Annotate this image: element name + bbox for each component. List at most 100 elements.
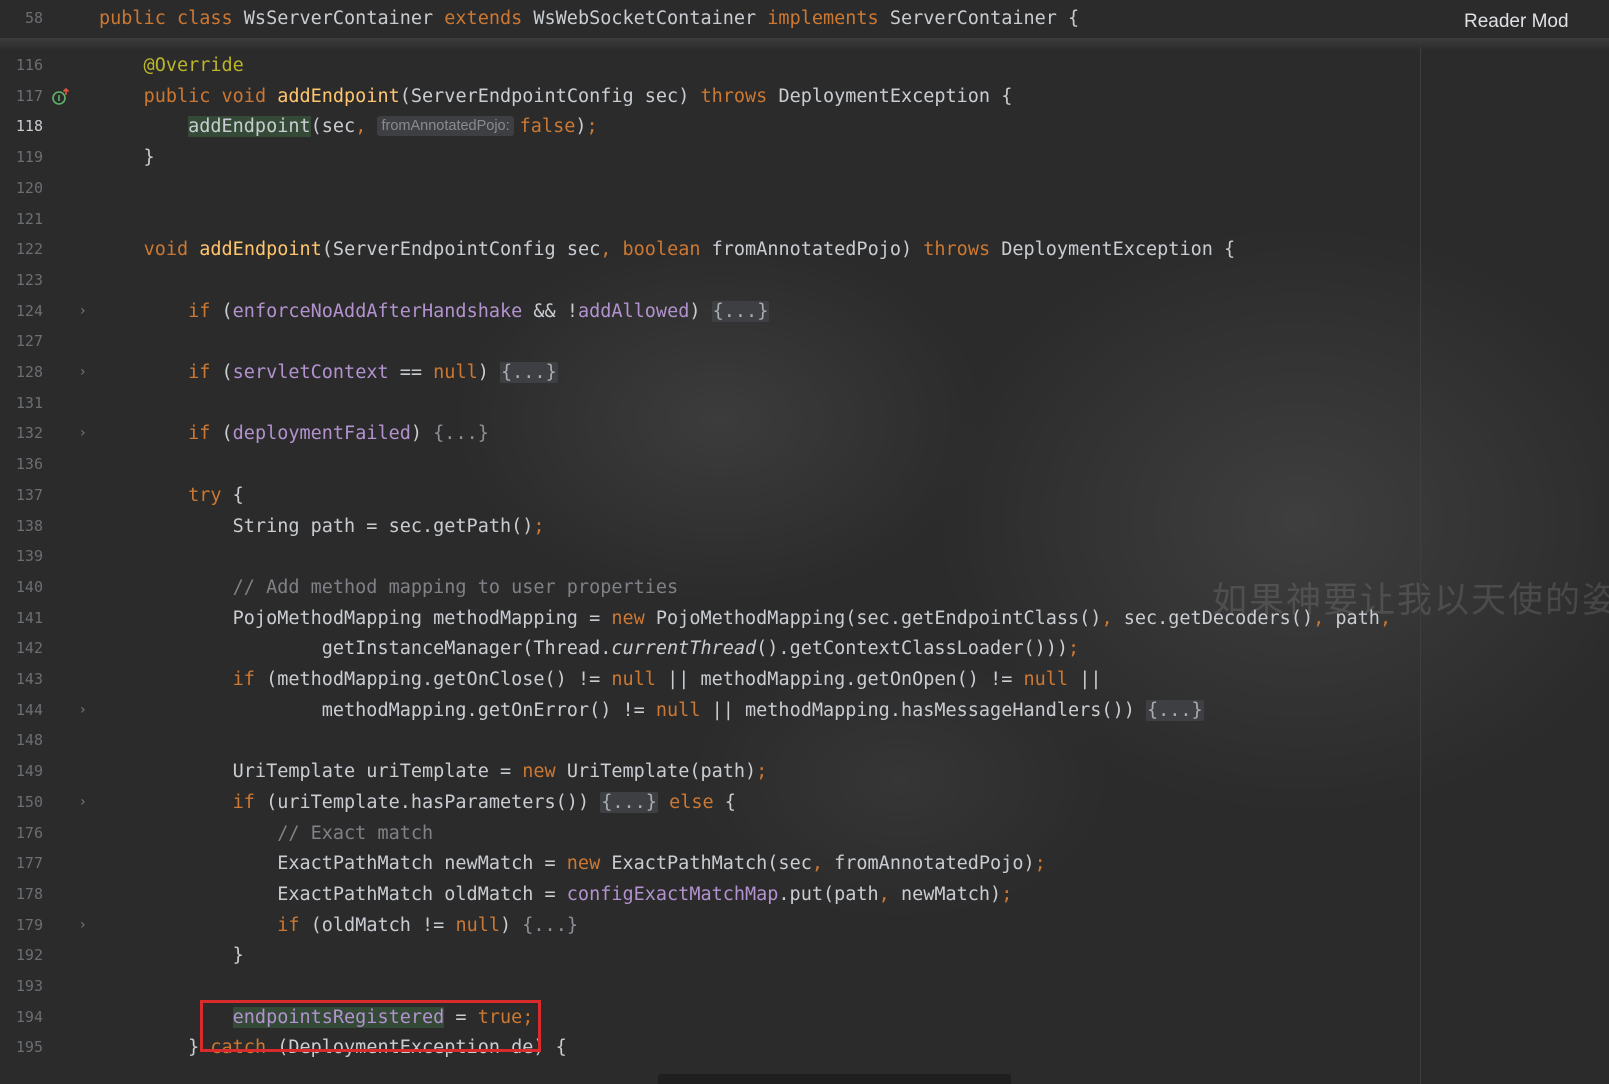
line-number: 194 bbox=[15, 1007, 43, 1026]
code-token: {...} bbox=[522, 914, 578, 936]
code-token: configExactMatchMap bbox=[566, 883, 779, 905]
code-token: if bbox=[232, 669, 267, 690]
code-token: throws bbox=[700, 85, 779, 107]
folded-code-block[interactable]: {...} bbox=[1146, 699, 1204, 721]
code-token: ) bbox=[689, 300, 712, 322]
fold-chevron-icon[interactable]: › bbox=[80, 795, 92, 809]
line-number: 136 bbox=[15, 455, 43, 474]
code-line[interactable]: if (oldMatch != null) {...} bbox=[99, 910, 578, 941]
code-token: throws bbox=[923, 239, 1002, 261]
code-line[interactable]: UriTemplate uriTemplate = new UriTemplat… bbox=[99, 756, 768, 787]
code-token: if bbox=[188, 300, 222, 322]
code-line[interactable]: void addEndpoint(ServerEndpointConfig se… bbox=[99, 234, 1236, 265]
fold-chevron-icon[interactable]: › bbox=[80, 304, 92, 318]
code-token: addEndpoint bbox=[188, 116, 311, 138]
line-number: 178 bbox=[15, 884, 43, 903]
horizontal-scrollbar[interactable] bbox=[658, 1074, 1011, 1084]
code-line[interactable]: // Add method mapping to user properties bbox=[99, 572, 679, 603]
line-number: 148 bbox=[15, 731, 43, 750]
code-line[interactable]: PojoMethodMapping methodMapping = new Po… bbox=[99, 603, 1391, 634]
code-line[interactable]: if (methodMapping.getOnClose() != null |… bbox=[99, 664, 1102, 695]
code-token: public void bbox=[143, 85, 278, 107]
code-token: } bbox=[99, 1037, 211, 1059]
code-line[interactable]: if (servletContext == null) {...} bbox=[99, 357, 558, 388]
code-token: currentThread bbox=[611, 638, 757, 660]
code-token: if bbox=[188, 423, 222, 445]
code-token: enforceNoAddAfterHandshake bbox=[232, 300, 523, 322]
code-token: } bbox=[99, 945, 244, 967]
code-line[interactable]: public void addEndpoint(ServerEndpointCo… bbox=[99, 81, 1013, 112]
red-highlight-box bbox=[200, 1000, 541, 1052]
line-number: 179 bbox=[15, 915, 43, 934]
code-token: (ServerEndpointConfig sec) bbox=[399, 85, 701, 107]
sticky-line-number: 58 bbox=[24, 9, 43, 27]
line-number: 117 bbox=[15, 86, 43, 105]
code-line[interactable]: if (enforceNoAddAfterHandshake && !addAl… bbox=[99, 296, 770, 327]
line-number: 121 bbox=[15, 209, 43, 228]
code-token: (sec bbox=[310, 116, 356, 138]
code-token: || methodMapping.getOnOpen() != bbox=[667, 669, 1024, 690]
sticky-class-header[interactable]: 58 public class WsServerContainer extend… bbox=[0, 0, 1609, 39]
code-line[interactable]: if (deploymentFailed) {...} bbox=[99, 418, 489, 449]
line-number-gutter: 116 117 118 119 120 121 122 123 124 › 127 128 › 131 13… bbox=[0, 50, 96, 1084]
code-line[interactable]: methodMapping.getOnError() != null || me… bbox=[99, 695, 1204, 726]
line-number: 144 bbox=[15, 700, 43, 719]
code-token: .put(path bbox=[778, 883, 879, 905]
code-token: implements bbox=[767, 8, 890, 29]
code-token: } bbox=[99, 147, 155, 169]
code-line[interactable]: addEndpoint(sec, fromAnnotatedPojo: false… bbox=[99, 111, 598, 142]
code-line[interactable]: @Override bbox=[99, 50, 244, 81]
code-token: ) bbox=[410, 423, 434, 445]
code-token: , bbox=[355, 116, 378, 138]
code-line[interactable]: if (uriTemplate.hasParameters()) {...} e… bbox=[99, 787, 736, 818]
code-line[interactable]: // Exact match bbox=[99, 818, 433, 849]
line-number: 141 bbox=[15, 608, 43, 627]
code-token: PojoMethodMapping methodMapping = bbox=[99, 607, 612, 629]
code-line[interactable]: ExactPathMatch newMatch = new ExactPathM… bbox=[99, 848, 1046, 879]
code-line[interactable]: String path = sec.getPath(); bbox=[99, 511, 545, 542]
line-number: 139 bbox=[15, 547, 43, 566]
code-token: // Exact match bbox=[99, 822, 434, 844]
right-margin-guide bbox=[1420, 44, 1421, 1084]
code-token: null bbox=[655, 699, 712, 721]
code-token: null bbox=[455, 914, 500, 936]
line-number: 118 bbox=[15, 117, 43, 136]
folded-code-block[interactable]: {...} bbox=[500, 362, 558, 383]
code-line[interactable]: } bbox=[99, 142, 155, 173]
fold-chevron-icon[interactable]: › bbox=[80, 703, 92, 717]
sticky-class-declaration: public class WsServerContainer extends W… bbox=[99, 3, 1079, 34]
line-number: 150 bbox=[15, 792, 43, 811]
override-method-icon[interactable] bbox=[52, 88, 70, 106]
code-token: addAllowed bbox=[577, 300, 690, 322]
code-token: addEndpoint bbox=[277, 85, 400, 107]
fold-chevron-icon[interactable]: › bbox=[80, 426, 92, 440]
code-token: || methodMapping.hasMessageHandlers()) bbox=[711, 699, 1146, 721]
code-token: ; bbox=[1068, 638, 1080, 660]
code-editor[interactable]: 如果神要让我以天使的姿态 116117118119120121122123124… bbox=[0, 0, 1609, 1084]
code-token: { bbox=[232, 484, 244, 506]
code-line[interactable]: } bbox=[99, 940, 244, 971]
reader-mode-button[interactable]: Reader Mod bbox=[1454, 8, 1579, 36]
code-token: ( bbox=[221, 362, 233, 383]
line-number: 123 bbox=[15, 270, 43, 289]
fold-chevron-icon[interactable]: › bbox=[80, 365, 92, 379]
code-token: (uriTemplate.hasParameters()) bbox=[266, 791, 601, 813]
code-token: if bbox=[188, 362, 222, 383]
code-token: (ServerEndpointConfig sec bbox=[321, 239, 601, 261]
code-line[interactable]: ExactPathMatch oldMatch = configExactMat… bbox=[99, 879, 1012, 910]
fold-chevron-icon[interactable]: › bbox=[80, 918, 92, 932]
folded-code-block[interactable]: {...} bbox=[711, 300, 770, 322]
code-token: deploymentFailed bbox=[232, 423, 411, 445]
folded-code-block[interactable]: {...} bbox=[600, 791, 658, 813]
code-token: String path = sec.getPath() bbox=[99, 515, 534, 537]
line-number: 122 bbox=[15, 240, 43, 259]
code-line[interactable]: getInstanceManager(Thread.currentThread(… bbox=[99, 633, 1079, 664]
code-token: fromAnnotatedPojo) bbox=[711, 239, 924, 261]
code-token: if bbox=[277, 914, 311, 936]
code-line[interactable]: try { bbox=[99, 480, 244, 511]
